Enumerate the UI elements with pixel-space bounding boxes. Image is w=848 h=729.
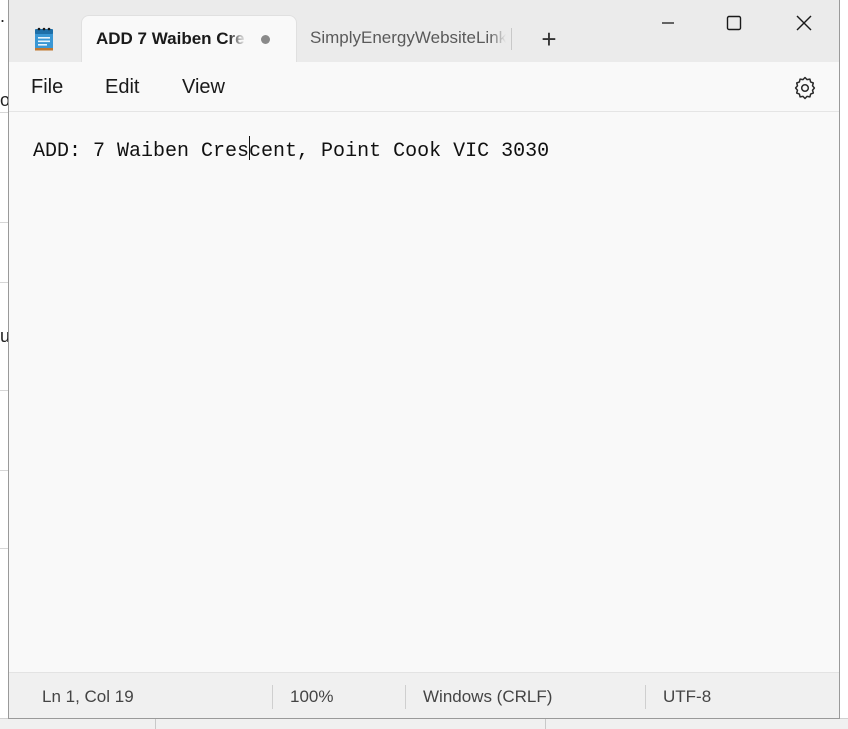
status-divider (272, 685, 273, 709)
line-ending[interactable]: Windows (CRLF) (423, 687, 552, 707)
status-bar: Ln 1, Col 19 100% Windows (CRLF) UTF-8 (9, 672, 839, 718)
close-icon (796, 15, 812, 31)
encoding[interactable]: UTF-8 (663, 687, 711, 707)
settings-gear-icon[interactable] (793, 76, 817, 100)
tab-title: ADD 7 Waiben Crescent, Point Cook VIC 30… (96, 29, 246, 49)
status-divider (405, 685, 406, 709)
text-before-caret: ADD: 7 Waiben Cres (33, 140, 250, 163)
editor-content[interactable]: ADD: 7 Waiben Crescent, Point Cook VIC 3… (33, 136, 549, 163)
status-divider (645, 685, 646, 709)
maximize-icon (726, 15, 742, 31)
text-editor[interactable]: ADD: 7 Waiben Crescent, Point Cook VIC 3… (9, 112, 839, 672)
background-text: . (0, 6, 6, 26)
title-bar[interactable]: ADD 7 Waiben Crescent, Point Cook VIC 30… (9, 0, 839, 62)
menu-bar: File Edit View (9, 62, 839, 112)
maximize-button[interactable] (699, 0, 769, 46)
text-after-caret: cent, Point Cook VIC 3030 (249, 140, 550, 163)
new-tab-button[interactable]: + (533, 24, 565, 56)
minimize-icon (662, 22, 674, 24)
background-taskbar-strip (0, 718, 848, 729)
notepad-app-icon (35, 27, 53, 51)
notepad-window: ADD 7 Waiben Crescent, Point Cook VIC 30… (8, 0, 840, 719)
tab-simply-energy-links[interactable]: SimplyEnergyWebsiteLinks (299, 15, 511, 61)
menu-file[interactable]: File (31, 76, 63, 99)
tab-active-document[interactable]: ADD 7 Waiben Crescent, Point Cook VIC 30… (81, 15, 297, 62)
zoom-level[interactable]: 100% (290, 687, 333, 707)
menu-view[interactable]: View (182, 76, 225, 99)
unsaved-indicator-icon[interactable] (261, 35, 270, 44)
close-button[interactable] (769, 0, 839, 46)
menu-edit[interactable]: Edit (105, 76, 139, 99)
tab-title: SimplyEnergyWebsiteLinks (310, 28, 506, 48)
tab-divider (511, 28, 512, 50)
cursor-position: Ln 1, Col 19 (42, 687, 134, 706)
minimize-button[interactable] (633, 0, 703, 46)
